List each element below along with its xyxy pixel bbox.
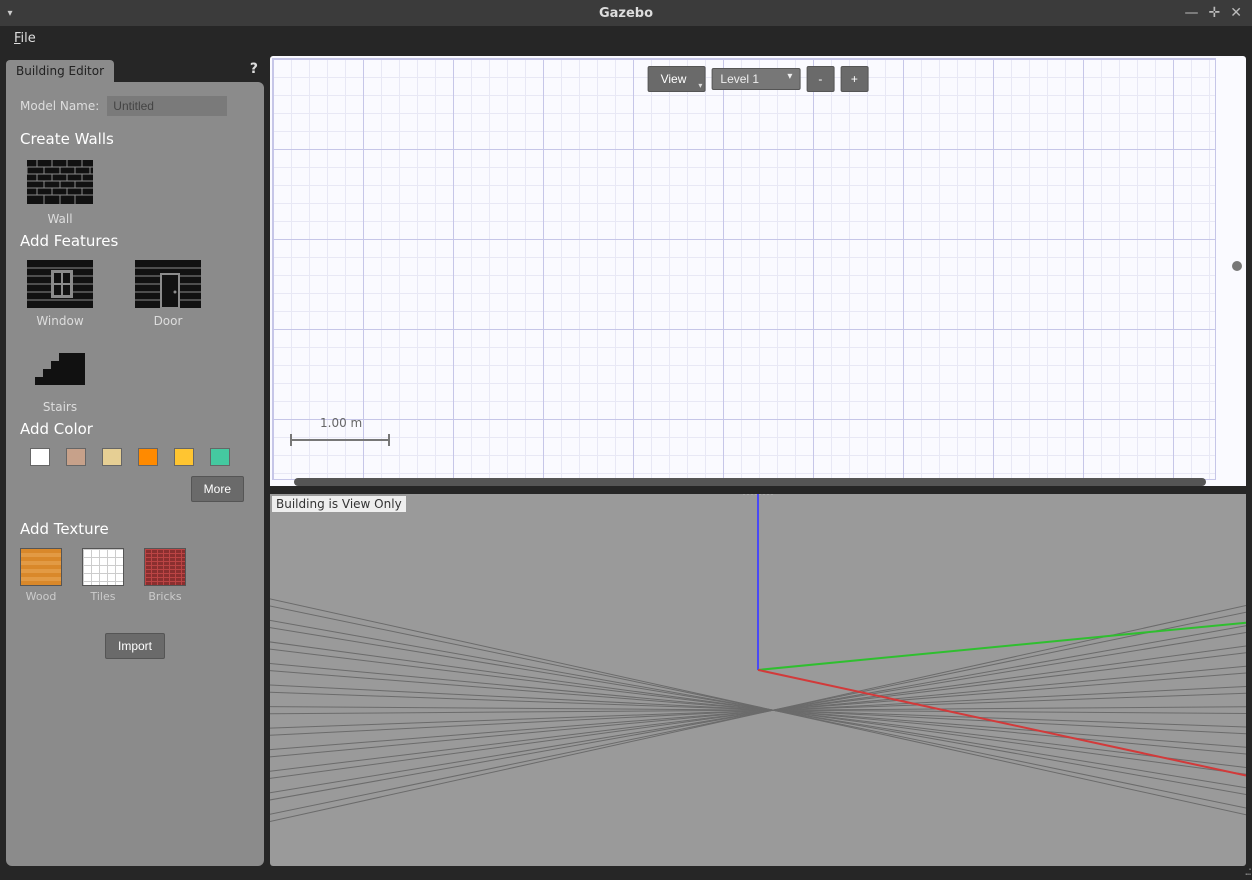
palette-window[interactable]: Window (20, 260, 100, 328)
window-label: Window (36, 314, 83, 328)
more-colors-button[interactable]: More (191, 476, 244, 502)
texture-row: Wood Tiles Bricks (20, 548, 250, 603)
bricks-texture-label: Bricks (148, 590, 181, 603)
perspective-grid (270, 494, 1246, 866)
help-icon[interactable]: ? (250, 61, 258, 77)
color-swatch-beige[interactable] (102, 448, 122, 466)
zoom-out-button[interactable]: - (806, 66, 834, 92)
import-button[interactable]: Import (105, 633, 165, 659)
view-3d[interactable]: Building is View Only (270, 494, 1246, 866)
scale-ruler-label: 1.00 m (320, 416, 390, 430)
tiles-texture-icon (82, 548, 124, 586)
texture-tiles[interactable]: Tiles (82, 548, 124, 603)
window-resize-grip[interactable]: ..: (1244, 864, 1250, 878)
model-name-row: Model Name: (20, 96, 250, 116)
section-add-color: Add Color (20, 420, 250, 438)
model-name-input[interactable] (107, 96, 227, 116)
color-swatch-row (30, 448, 250, 466)
bricks-texture-icon (144, 548, 186, 586)
zoom-in-button[interactable]: + (840, 66, 868, 92)
window-icon (27, 260, 93, 308)
palette-wall[interactable]: Wall (20, 158, 100, 226)
stairs-icon (27, 346, 93, 394)
wall-label: Wall (47, 212, 72, 226)
view-only-overlay: Building is View Only (272, 496, 406, 512)
menubar: File (0, 26, 1252, 50)
plan-grid (272, 58, 1216, 480)
scale-ruler: 1.00 m (290, 416, 390, 446)
window-title: Gazebo (0, 6, 1252, 21)
model-name-label: Model Name: (20, 99, 99, 113)
plan-horizontal-scrollbar[interactable] (294, 478, 1206, 486)
section-add-texture: Add Texture (20, 520, 250, 538)
color-swatch-orange[interactable] (138, 448, 158, 466)
palette-stairs[interactable]: Stairs (20, 346, 100, 414)
workspace: Building Editor ? Model Name: Create Wal… (0, 50, 1252, 880)
view-dropdown-button[interactable]: View (648, 66, 706, 92)
window-titlebar: ▾ Gazebo — ✛ ✕ (0, 0, 1252, 26)
menu-file-accel: F (14, 31, 21, 46)
plan-controls: View Level 1 - + (648, 66, 869, 92)
sidebar-tabstrip: Building Editor ? (6, 56, 264, 82)
scale-ruler-bar (290, 434, 390, 446)
palette-door[interactable]: Door (128, 260, 208, 328)
tiles-texture-label: Tiles (91, 590, 116, 603)
plan-vertical-scroll-thumb[interactable] (1232, 261, 1242, 271)
level-select[interactable]: Level 1 (711, 68, 800, 90)
wood-texture-label: Wood (26, 590, 57, 603)
wall-icon (27, 158, 93, 206)
canvas-area: View Level 1 - + 1.00 m (270, 56, 1246, 866)
wood-texture-icon (20, 548, 62, 586)
horizontal-splitter-grip[interactable] (743, 494, 773, 495)
texture-wood[interactable]: Wood (20, 548, 62, 603)
section-create-walls: Create Walls (20, 130, 250, 148)
tab-building-editor[interactable]: Building Editor (6, 60, 114, 82)
texture-bricks[interactable]: Bricks (144, 548, 186, 603)
color-swatch-teal[interactable] (210, 448, 230, 466)
sidebar-panel: Model Name: Create Walls Wall Add Featur… (6, 82, 264, 866)
color-swatch-white[interactable] (30, 448, 50, 466)
stairs-label: Stairs (43, 400, 77, 414)
section-add-features: Add Features (20, 232, 250, 250)
color-swatch-yellow[interactable] (174, 448, 194, 466)
sidebar: Building Editor ? Model Name: Create Wal… (6, 56, 264, 866)
door-label: Door (154, 314, 183, 328)
menu-file[interactable]: File (8, 31, 42, 46)
plan-2d-view[interactable]: View Level 1 - + 1.00 m (270, 56, 1246, 486)
door-icon (135, 260, 201, 308)
color-swatch-tan[interactable] (66, 448, 86, 466)
